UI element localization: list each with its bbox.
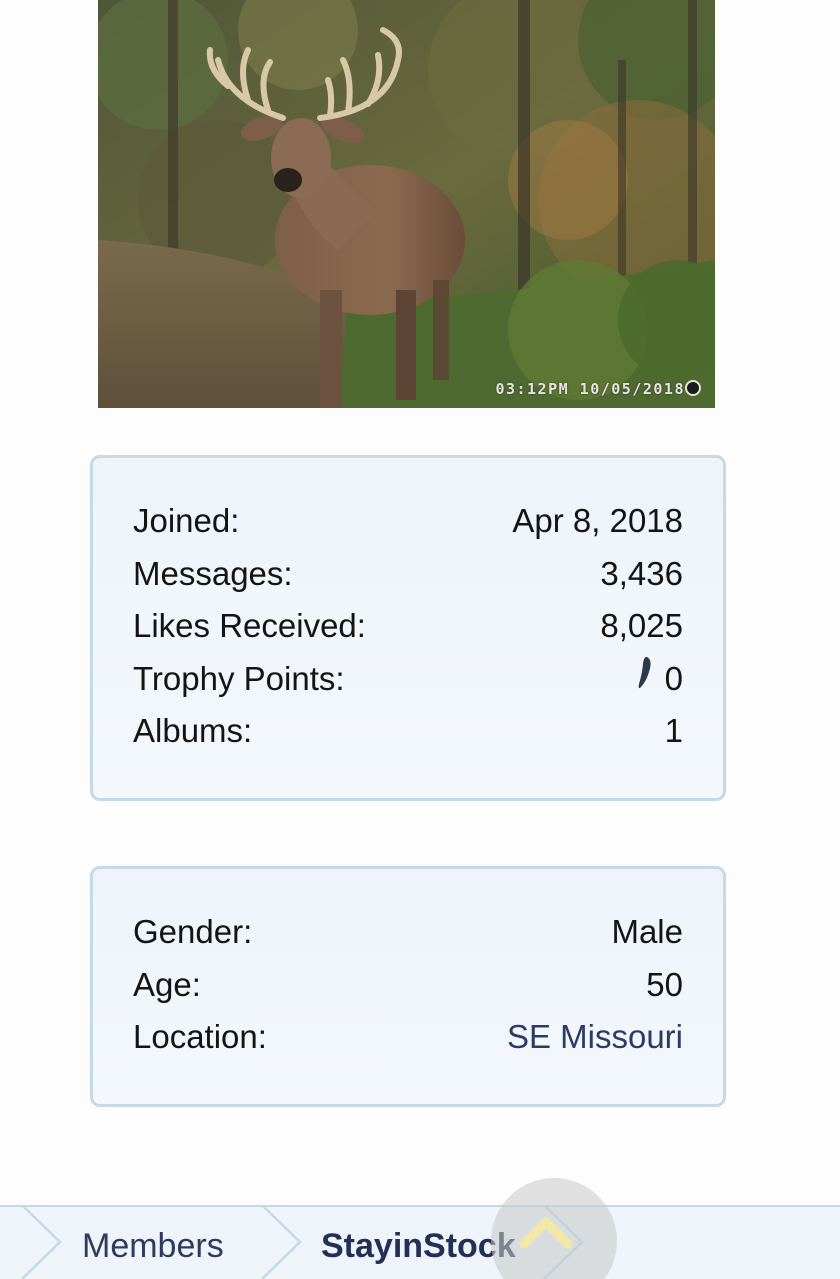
messages-value[interactable]: 3,436	[600, 555, 683, 593]
albums-row[interactable]: Albums: 1	[133, 712, 683, 765]
age-label: Age:	[133, 965, 201, 1003]
joined-value: Apr 8, 2018	[512, 502, 683, 539]
trophy-row[interactable]: Trophy Points: 0	[133, 656, 683, 713]
breadcrumb-separator-icon	[21, 1205, 62, 1279]
profile-avatar-photo[interactable]: 03:12PM 10/05/2018	[98, 0, 715, 408]
joined-row: Joined: Apr 8, 2018	[133, 502, 683, 555]
age-value: 50	[646, 965, 683, 1003]
breadcrumb-separator-icon	[261, 1205, 302, 1279]
trophy-icon	[638, 656, 651, 688]
gender-label: Gender:	[133, 913, 253, 950]
breadcrumb: Members StayinStock	[0, 1205, 840, 1279]
trophy-label: Trophy Points:	[133, 659, 345, 697]
trophy-value[interactable]: 0	[665, 660, 683, 697]
joined-label: Joined:	[133, 502, 240, 539]
likes-value: 8,025	[600, 607, 683, 644]
albums-value[interactable]: 1	[665, 712, 683, 750]
camera-logo-icon	[685, 380, 701, 396]
likes-label: Likes Received:	[133, 607, 366, 644]
breadcrumb-current-member[interactable]: StayinStock	[321, 1227, 516, 1266]
member-stats-box: Joined: Apr 8, 2018 Messages: 3,436 Like…	[90, 455, 726, 801]
camera-timestamp: 03:12PM 10/05/2018	[495, 380, 685, 398]
location-label: Location:	[133, 1018, 267, 1055]
member-about-box: Gender: Male Age: 50 Location: SE Missou…	[90, 866, 726, 1107]
chevron-up-icon	[519, 1217, 573, 1249]
breadcrumb-members-link[interactable]: Members	[82, 1227, 224, 1266]
messages-row[interactable]: Messages: 3,436	[133, 555, 683, 608]
location-row: Location: SE Missouri	[133, 1018, 683, 1071]
likes-row: Likes Received: 8,025	[133, 607, 683, 660]
location-link[interactable]: SE Missouri	[507, 1018, 683, 1056]
messages-label: Messages:	[133, 554, 293, 592]
gender-value: Male	[611, 913, 683, 950]
scroll-to-top-button[interactable]	[491, 1178, 617, 1279]
albums-label: Albums:	[133, 712, 253, 749]
age-row: Age: 50	[133, 966, 683, 1019]
buck-photo-illustration	[98, 0, 715, 408]
trophy-value-wrap[interactable]: 0	[638, 656, 683, 698]
gender-row: Gender: Male	[133, 913, 683, 966]
